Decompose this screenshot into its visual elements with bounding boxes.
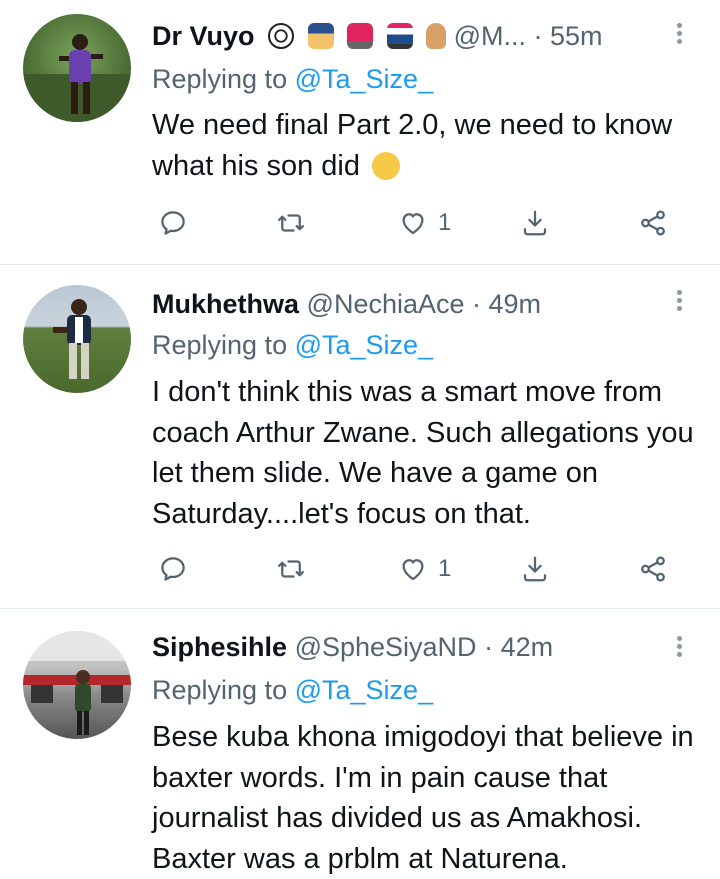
heart-icon (402, 213, 424, 235)
share-button[interactable] (638, 549, 668, 589)
tweet-header: Dr Vuyo @M... · 55m (152, 21, 603, 52)
mention-link[interactable]: @Ta_Size_ (295, 675, 433, 705)
display-name[interactable]: Mukhethwa (152, 289, 299, 319)
reply-icon (161, 211, 185, 235)
retweet-button[interactable] (276, 203, 306, 243)
mention-link[interactable]: @Ta_Size_ (295, 330, 433, 360)
tweet-text: I don't think this was a smart move from… (152, 376, 694, 530)
replying-to: Replying to @Ta_Size_ (152, 330, 434, 360)
replying-to: Replying to @Ta_Size_ (152, 675, 434, 705)
username[interactable]: @NechiaAce (307, 289, 465, 319)
like-count: 1 (438, 209, 452, 236)
avatar[interactable] (23, 285, 131, 393)
tweet[interactable]: Siphesihle @SpheSiyaND · 42m Replying to… (0, 609, 720, 877)
tweet-actions: 1 (150, 203, 690, 243)
victory-hand-icon (426, 23, 447, 49)
police-light-icon (347, 23, 374, 49)
retweet-icon (278, 214, 304, 232)
arrow-down-icon (523, 556, 547, 582)
tweet[interactable]: Mukhethwa @NechiaAce · 49m Replying to @… (0, 265, 720, 608)
like-count: 1 (438, 555, 452, 582)
timestamp[interactable]: · 55m (534, 21, 603, 51)
like-button[interactable]: 1 (398, 203, 451, 243)
police-officer-icon (307, 23, 334, 49)
share-icon (641, 556, 665, 582)
like-button[interactable]: 1 (398, 549, 451, 589)
avatar-photo (23, 34, 131, 122)
avatar-photo (23, 631, 131, 735)
mention-link[interactable]: @Ta_Size_ (295, 64, 433, 94)
retweet-button[interactable] (276, 549, 306, 589)
tweet-actions: 1 (150, 549, 690, 589)
display-name[interactable]: Siphesihle (152, 632, 287, 662)
more-options-icon[interactable] (670, 287, 688, 317)
reply-button[interactable] (158, 549, 188, 589)
more-options-icon[interactable] (670, 20, 688, 50)
face-with-hand-over-mouth-icon (372, 151, 401, 180)
avatar[interactable] (23, 14, 131, 122)
bookmark-button[interactable] (520, 203, 550, 243)
reply-icon (161, 557, 185, 581)
retweet-icon (278, 560, 304, 578)
replying-to: Replying to @Ta_Size_ (152, 64, 434, 94)
avatar-photo (53, 299, 91, 379)
soccer-ball-icon (268, 23, 295, 49)
share-button[interactable] (638, 203, 668, 243)
heart-icon (402, 559, 424, 581)
tweet-header: Mukhethwa @NechiaAce · 49m (152, 289, 541, 320)
share-icon (641, 210, 665, 236)
avatar[interactable] (23, 631, 131, 739)
username[interactable]: @SpheSiyaND (295, 632, 477, 662)
timestamp[interactable]: · 49m (472, 289, 541, 319)
display-name[interactable]: Dr Vuyo (152, 21, 255, 51)
username[interactable]: @M... (454, 21, 526, 51)
reply-button[interactable] (158, 203, 188, 243)
arrow-down-icon (523, 210, 547, 236)
tweet-text: Bese kuba khona imigodoyi that believe i… (152, 721, 694, 875)
tweet[interactable]: Dr Vuyo @M... · 55m Replying to @Ta_Size… (0, 0, 720, 264)
bookmark-button[interactable] (520, 549, 550, 589)
more-options-icon[interactable] (670, 633, 688, 663)
tweet-header: Siphesihle @SpheSiyaND · 42m (152, 632, 553, 663)
tweet-text: We need final Part 2.0, we need to know … (152, 109, 673, 182)
timestamp[interactable]: · 42m (484, 632, 553, 662)
police-car-icon (386, 23, 413, 49)
